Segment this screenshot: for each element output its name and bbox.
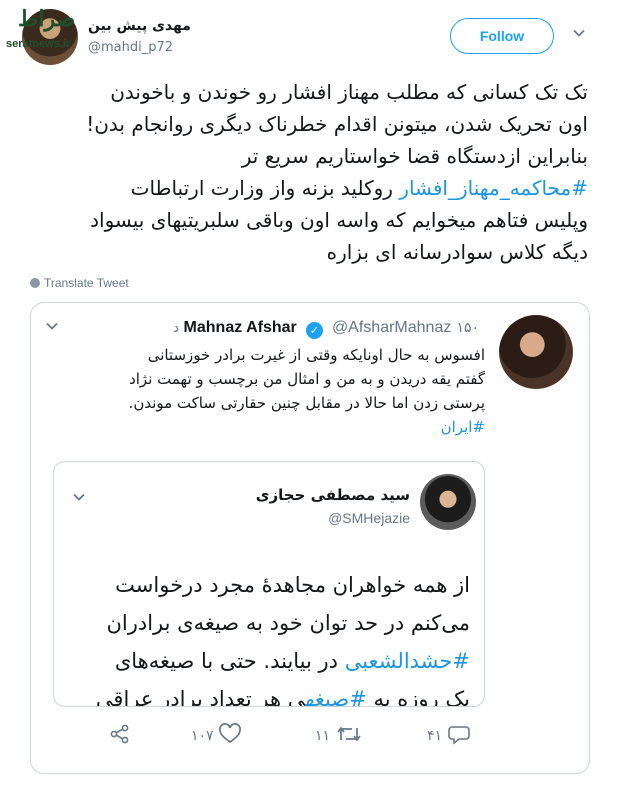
chevron-down-icon[interactable] <box>572 26 586 40</box>
inner-line-part: یک روزه به <box>366 687 470 707</box>
translate-label: Translate Tweet <box>44 276 129 290</box>
hashtag-link[interactable]: #صیغه <box>305 687 367 706</box>
quoted-handle[interactable]: @AfsharMahnaz <box>332 319 451 336</box>
chevron-down-icon[interactable] <box>45 319 59 333</box>
tweet-line: اون تحریک شدن، میتونن اقدام خطرناک دیگری… <box>86 112 588 136</box>
quoted-header: Mahnaz Afshar ✓ @AfsharMahnaz ۱۵۰ د <box>31 317 485 339</box>
heart-icon <box>219 723 241 744</box>
like-count: ۱۰۷ <box>191 728 214 744</box>
follow-button[interactable]: Follow <box>450 18 554 54</box>
retweet-action[interactable]: ۱۱ <box>315 723 363 747</box>
retweet-count: ۱۱ <box>315 728 331 744</box>
share-action[interactable] <box>109 723 131 747</box>
quoted-line: گفتم یقه دریدن و به من و امثال من برچسب … <box>129 370 485 388</box>
quoted-avatar[interactable] <box>499 315 573 389</box>
tweet-text: تک تک کسانی که مطلب مهناز افشار رو خوندن… <box>14 76 588 268</box>
reply-icon <box>447 726 470 745</box>
tweet-line: تک تک کسانی که مطلب مهناز افشار رو خوندن… <box>110 80 588 104</box>
quoted-line: افسوس به حال اونایکه وقتی از غیرت برادر … <box>147 346 485 364</box>
reply-count: ۴۱ <box>427 728 443 744</box>
reply-action[interactable]: ۴۱ <box>427 723 471 747</box>
tweet-header: صراط seratnews.ir مهدی پیش بین @mahdi_p7… <box>0 0 622 70</box>
inner-line: یک روزه به #صیغهی هر تعداد برادر عراقی <box>68 680 470 707</box>
like-action[interactable]: ۱۰۷ <box>191 723 242 747</box>
hashtag-link[interactable]: #حشدالشعبی <box>345 649 470 673</box>
globe-icon <box>30 278 40 288</box>
retweet-icon <box>336 726 361 742</box>
inner-handle[interactable]: @SMHejazie <box>114 510 410 526</box>
author-name[interactable]: مهدی پیش بین <box>88 18 191 34</box>
share-icon <box>110 724 129 744</box>
quoted-name[interactable]: Mahnaz Afshar <box>184 319 297 336</box>
quoted-line: پرستی زدن اما حالا در مقابل چنین حقارتی … <box>128 394 485 412</box>
chevron-down-icon[interactable] <box>72 490 86 504</box>
inner-line: #حشدالشعبی در بیایند. حتی با صیغه‌های <box>68 642 470 680</box>
quoted-text: افسوس به حال اونایکه وقتی از غیرت برادر … <box>45 343 485 439</box>
inner-line-rest: در بیایند. حتی با صیغه‌های <box>114 649 345 673</box>
inner-line: از همه خواهران مجاهدهٔ مجرد درخواست <box>115 573 470 597</box>
inner-quoted-tweet[interactable]: سید مصطفی حجازی @SMHejazie از همه خواهرا… <box>53 461 485 707</box>
inner-name[interactable]: سید مصطفی حجازی <box>114 486 410 504</box>
tweet-line-rest: روکلید بزنه واز وزارت ارتباطات <box>130 176 400 200</box>
inner-avatar[interactable] <box>420 474 476 530</box>
tweet-line: وپلیس فتاهم میخوایم که واسه اون وباقی سل… <box>90 208 588 232</box>
watermark-logo-text: صراط <box>18 6 76 32</box>
translate-tweet-link[interactable]: Translate Tweet <box>30 276 129 290</box>
action-bar: ۱۰۷ ۱۱ ۴۱ <box>31 717 589 757</box>
inner-line: می‌کنم در حد توان خود به صیغه‌ی برادران <box>106 611 470 635</box>
tweet-line: دیگه کلاس سوادرسانه ای بزاره <box>326 240 588 264</box>
watermark-site: seratnews.ir <box>6 38 71 50</box>
author-handle[interactable]: @mahdi_p72 <box>88 40 173 55</box>
hashtag-link[interactable]: #ایران <box>45 415 485 439</box>
quoted-tweet[interactable]: Mahnaz Afshar ✓ @AfsharMahnaz ۱۵۰ د افسو… <box>30 302 590 774</box>
verified-icon: ✓ <box>305 322 323 339</box>
inner-line-part: ی هر تعداد برادر عراقی <box>95 687 306 707</box>
watermark-logo: صراط seratnews.ir <box>6 6 88 54</box>
tweet-line: #محاکمه_مهناز_افشار روکلید بزنه واز وزار… <box>14 172 588 204</box>
inner-text: از همه خواهران مجاهدهٔ مجرد درخواست می‌ک… <box>68 566 470 707</box>
hashtag-link[interactable]: #محاکمه_مهناز_افشار <box>399 176 588 200</box>
tweet-line: بنابراین ازدستگاه قضا خواستاریم سریع تر <box>241 144 588 168</box>
